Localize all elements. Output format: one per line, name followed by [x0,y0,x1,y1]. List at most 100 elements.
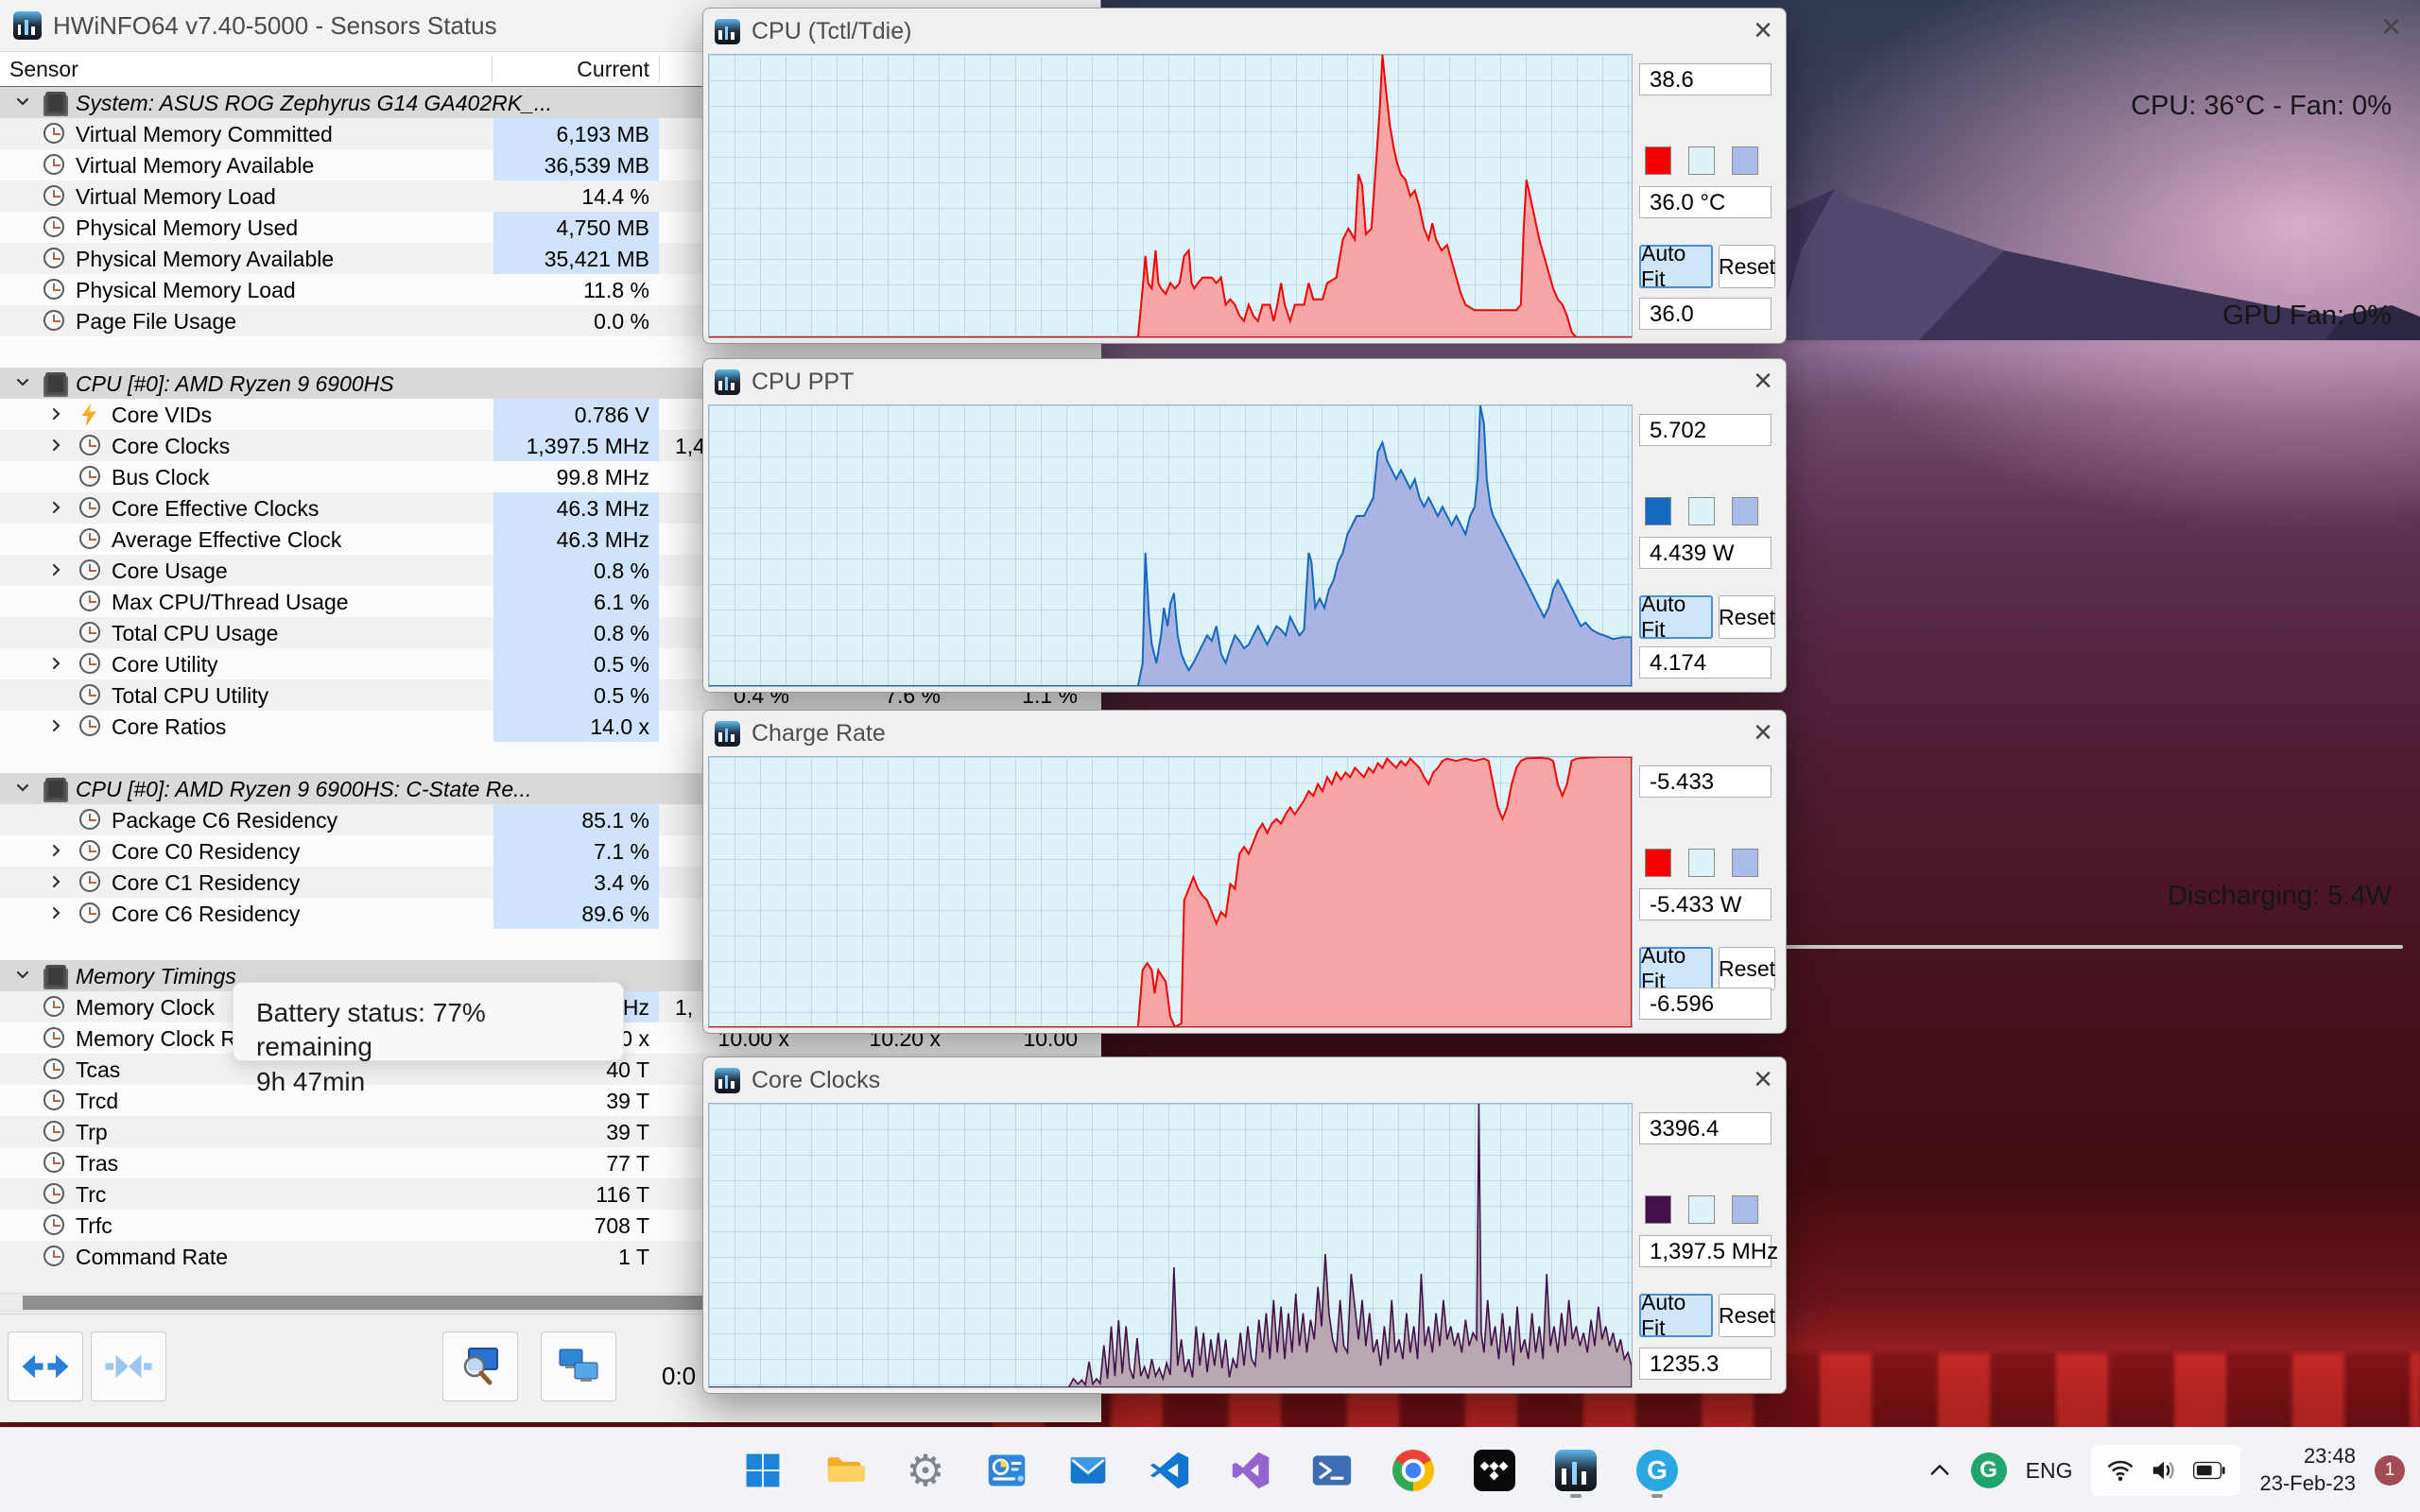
remote-monitoring-button[interactable] [541,1332,616,1401]
chevron-right-icon[interactable] [47,654,66,673]
close-icon[interactable]: × [1754,1063,1772,1095]
sensor-current-value: 1,397.5 MHz [493,430,659,461]
sensor-current-value: 4,750 MB [493,212,659,243]
taskbar-icon-powershell[interactable] [1302,1440,1362,1501]
graph-max-value: 38.6 [1639,63,1772,95]
chevron-right-icon[interactable] [47,872,66,891]
language-indicator[interactable]: ENG [2026,1458,2073,1484]
column-sensor[interactable]: Sensor [9,57,78,82]
sensor-label: Core Utility [112,652,218,677]
autofit-button[interactable]: Auto Fit [1639,592,1713,642]
sensor-current-value: 116 T [596,1182,649,1207]
expand-columns-button[interactable] [8,1332,83,1401]
series-color-swatch[interactable] [1645,146,1671,175]
background-color-swatch[interactable] [1688,146,1715,175]
autofit-button[interactable]: Auto Fit [1639,943,1713,993]
notification-count-badge[interactable]: 1 [2375,1455,2405,1486]
graph-current-value: 1,397.5 MHz [1639,1235,1778,1267]
taskbar-icon-visual-studio[interactable] [1220,1440,1281,1501]
system-tray: G ENG 23:48 23-Feb-23 1 [1927,1428,2405,1512]
sensor-label: Bus Clock [112,465,210,490]
chevron-down-icon[interactable] [13,93,32,112]
taskbar-icon-system-panel[interactable] [977,1440,1037,1501]
series-color-swatch[interactable] [1645,849,1671,877]
taskbar-icon-settings[interactable]: ⚙ [895,1440,956,1501]
sensor-label: Trfc [76,1213,112,1238]
column-current[interactable]: Current [493,57,649,82]
grammarly-tray-icon[interactable]: G [1970,1452,2007,1488]
autofit-button[interactable]: Auto Fit [1639,241,1713,291]
sensor-label: Average Effective Clock [112,527,342,552]
sensor-current-value: 85.1 % [493,804,659,835]
graph-titlebar[interactable]: Charge Rate [703,711,1786,756]
graph-titlebar[interactable]: CPU (Tctl/Tdie) [703,9,1786,54]
close-icon[interactable]: × [1754,365,1772,397]
sensor-label: Virtual Memory Available [76,153,315,178]
chevron-down-icon[interactable] [13,373,32,392]
close-icon[interactable]: × [1754,14,1772,46]
sensor-group-label: System: ASUS ROG Zephyrus G14 GA402RK_..… [76,91,553,115]
quick-settings-group[interactable] [2091,1445,2241,1496]
battery-status-tooltip: Battery status: 77% remaining 9h 47min [233,982,624,1096]
taskbar-icon-start[interactable] [733,1440,793,1501]
graph-min-value: 36.0 [1639,298,1772,330]
reset-button[interactable]: Reset [1719,595,1775,639]
screen-capture-button[interactable] [442,1332,518,1401]
sensor-group-label: CPU [#0]: AMD Ryzen 9 6900HS [76,371,394,396]
sensor-clock-icon [79,497,100,518]
chip-icon [45,372,66,395]
background-color-swatch[interactable] [1688,1195,1715,1224]
graph-max-value: 5.702 [1639,414,1772,446]
sensor-current-value: 6.1 % [493,586,659,617]
autofit-button[interactable]: Auto Fit [1639,1290,1713,1340]
clock[interactable]: 23:48 23-Feb-23 [2259,1443,2356,1497]
taskbar-center-icons: ⚙ G [733,1428,1687,1512]
sensor-label: Trp [76,1120,108,1144]
series-color-swatch[interactable] [1645,497,1671,525]
grid-color-swatch[interactable] [1732,146,1758,175]
series-color-swatch[interactable] [1645,1195,1671,1224]
graph-titlebar[interactable]: CPU PPT [703,359,1786,404]
chevron-down-icon[interactable] [13,966,32,985]
graph-titlebar[interactable]: Core Clocks [703,1057,1786,1103]
sensor-label: Total CPU Utility [112,683,269,708]
chevron-right-icon[interactable] [47,903,66,922]
grid-color-swatch[interactable] [1732,497,1758,525]
taskbar-icon-tidal[interactable] [1464,1440,1525,1501]
chevron-right-icon[interactable] [47,436,66,455]
taskbar-icon-ghelper[interactable]: G [1627,1440,1687,1501]
chevron-right-icon[interactable] [47,560,66,579]
sensor-current-value: 0.8 % [493,617,659,648]
taskbar-icon-vscode[interactable] [1139,1440,1200,1501]
tray-chevron-up-icon[interactable] [1927,1458,1952,1483]
reset-button[interactable]: Reset [1719,245,1775,288]
sensor-current-value: 14.0 x [493,711,659,742]
taskbar-icon-file-explorer[interactable] [814,1440,874,1501]
taskbar-icon-chrome[interactable] [1383,1440,1443,1501]
sensor-current-value: 0.5 % [493,679,659,711]
chevron-right-icon[interactable] [47,716,66,735]
sensor-current-value: 46.3 MHz [493,492,659,524]
grid-color-swatch[interactable] [1732,849,1758,877]
collapse-columns-button[interactable] [91,1332,166,1401]
sensor-label: Core VIDs [112,403,213,427]
sensor-clock-icon [79,684,100,705]
chevron-right-icon[interactable] [47,841,66,860]
taskbar-icon-hwinfo[interactable] [1546,1440,1606,1501]
grid-color-swatch[interactable] [1732,1195,1758,1224]
close-icon[interactable]: × [1754,716,1772,748]
sensor-current-value: 39 T [606,1120,649,1144]
sensor-label: Virtual Memory Load [76,184,276,209]
graph-window-charge-rate: Charge Rate × -5.433 -5.433 W Auto Fit R… [702,710,1787,1034]
sensor-label: Physical Memory Used [76,215,299,240]
taskbar-icon-mail[interactable] [1058,1440,1118,1501]
background-color-swatch[interactable] [1688,849,1715,877]
chevron-down-icon[interactable] [13,779,32,798]
hwinfo-app-icon [715,1067,740,1093]
chevron-right-icon[interactable] [47,404,66,423]
chevron-right-icon[interactable] [47,498,66,517]
sensor-current-value: 1 T [618,1245,649,1269]
background-color-swatch[interactable] [1688,497,1715,525]
reset-button[interactable]: Reset [1719,1294,1775,1337]
reset-button[interactable]: Reset [1719,947,1775,990]
